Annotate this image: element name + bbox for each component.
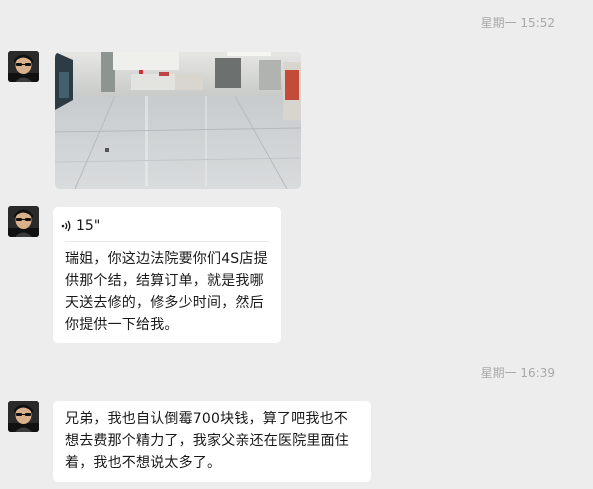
avatar[interactable] [8, 51, 39, 82]
timestamp: 星期一 15:52 [480, 16, 555, 30]
voice-duration: 15" [76, 218, 101, 234]
message-text: 兄弟，我也自认倒霉700块钱，算了吧我也不想去费那个精力了，我家父亲还在医院里面… [65, 411, 349, 471]
voice-wave-icon [61, 220, 71, 232]
text-message-bubble[interactable]: 兄弟，我也自认倒霉700块钱，算了吧我也不想去费那个精力了，我家父亲还在医院里面… [53, 401, 371, 482]
avatar-image [8, 51, 39, 82]
avatar-image [8, 206, 39, 237]
avatar[interactable] [8, 401, 39, 432]
voice-message-bubble[interactable]: 15" 瑞姐，你这边法院要你们4S店提供那个结，结算订单，就是我哪天送去修的，修… [53, 207, 281, 343]
timestamp: 星期一 16:39 [480, 366, 555, 380]
voice-play-control[interactable]: 15" [53, 214, 281, 238]
voice-transcript: 瑞姐，你这边法院要你们4S店提供那个结，结算订单，就是我哪天送去修的，修多少时间… [65, 251, 268, 333]
lobby-photo [55, 52, 301, 189]
image-message[interactable] [55, 52, 301, 189]
avatar[interactable] [8, 206, 39, 237]
avatar-image [8, 401, 39, 432]
